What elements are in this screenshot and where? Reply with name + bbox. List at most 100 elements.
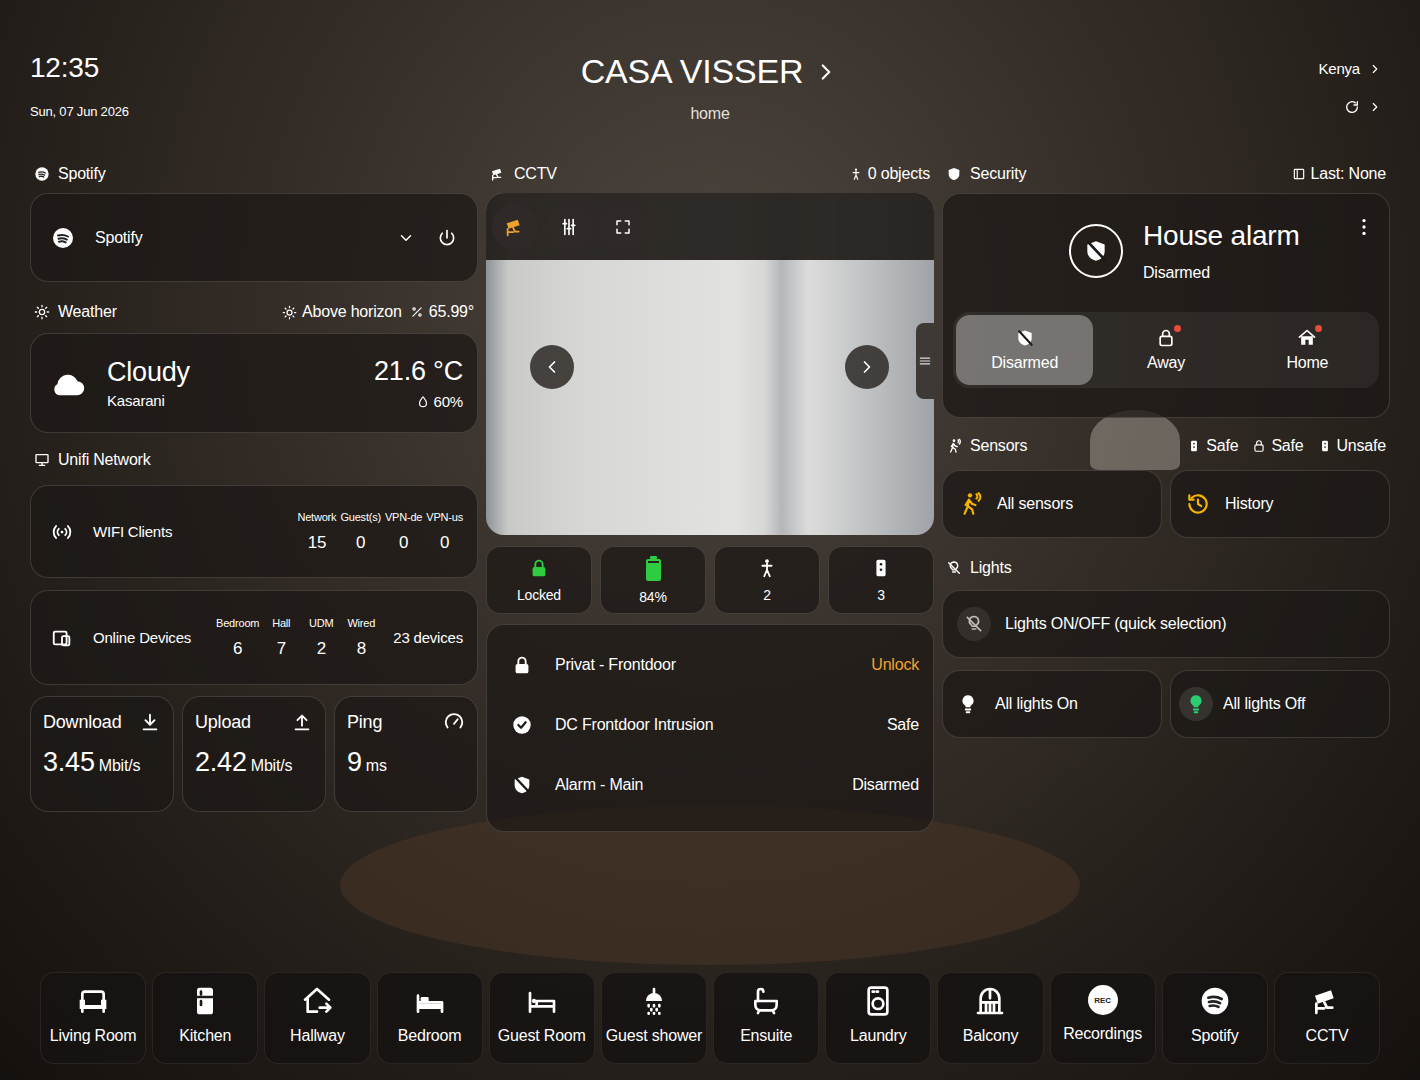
entity-state[interactable]: Disarmed [852,776,919,794]
mode-label[interactable]: Home [1286,354,1328,372]
menu-icon [918,354,932,368]
stat-label: VPN-de [385,511,422,523]
nav-item[interactable]: Hallway [264,972,370,1064]
nav-label[interactable]: CCTV [1306,1027,1349,1045]
speed-value: 2.42Mbit/s [195,747,313,778]
nav-label[interactable]: Ensuite [740,1027,792,1045]
history-icon [1185,491,1211,517]
speed-card[interactable]: Download3.45Mbit/s [30,696,174,812]
check-icon [511,714,533,736]
lights-quick-button[interactable]: Lights ON/OFF (quick selection) [942,590,1390,658]
alarm-mode-button[interactable]: Away [1097,315,1234,385]
section-title: Security [970,165,1026,183]
location-link[interactable]: Kenya [1318,60,1382,77]
nav-item[interactable]: RECRecordings [1050,972,1156,1064]
left-column: SpotifySpotifyWeatherAbove horizon65.99°… [30,158,478,812]
sensor-button[interactable]: All sensors [942,470,1162,538]
speed-value: 3.45Mbit/s [43,747,161,778]
nav-item[interactable]: Kitchen [152,972,258,1064]
nav-label[interactable]: Hallway [290,1027,345,1045]
chevron-right-icon [857,357,877,377]
nav-item[interactable]: Ensuite [713,972,819,1064]
nav-item[interactable]: CCTV [1274,972,1380,1064]
background-lamp [1090,410,1180,470]
section-header: SensorsSafeSafeUnsafe [942,430,1390,462]
nav-item[interactable]: Living Room [40,972,146,1064]
section-header: SecurityLast: None [942,158,1390,190]
nav-item[interactable]: Laundry [825,972,931,1064]
more-icon[interactable] [1353,216,1375,238]
status-box[interactable]: 3 [828,546,934,614]
nav-label[interactable]: Balcony [963,1027,1019,1045]
entity-state[interactable]: Safe [887,716,919,734]
button-label[interactable]: History [1225,495,1273,513]
network-icon [34,452,50,468]
stat-label: VPN-us [426,511,463,523]
mode-label[interactable]: Away [1147,354,1185,372]
nav-label[interactable]: Living Room [50,1027,137,1045]
elevation-icon [410,305,424,319]
subtitle: home [690,105,729,123]
door-icon [1318,439,1332,453]
camera-feed[interactable] [486,193,934,535]
nav-label[interactable]: Guest shower [606,1027,702,1045]
washer-icon [862,985,894,1017]
nav-item[interactable]: Balcony [937,972,1043,1064]
spotify-player[interactable]: Spotify [30,193,478,282]
weather-card[interactable]: CloudyKasarani21.6 °C60% [30,333,478,433]
nav-label[interactable]: Bedroom [398,1027,462,1045]
nav-item[interactable]: Spotify [1162,972,1268,1064]
online-devices-card[interactable]: Online DevicesBedroom6Hall7UDM2Wired823 … [30,590,478,685]
camera-settings-button[interactable] [546,204,592,250]
status-box[interactable]: 84% [600,546,706,614]
entity-state[interactable]: Unlock [871,656,919,674]
nav-label[interactable]: Recordings [1063,1025,1142,1043]
shield-icon [946,166,962,182]
wifi-clients-card[interactable]: WIFI ClientsNetwork15Guest(s)0VPN-de0VPN… [30,485,478,578]
alarm-mode-button[interactable]: Home [1239,315,1376,385]
nav-item[interactable]: Guest Room [489,972,595,1064]
cctv-icon [1311,985,1343,1017]
camera-menu-handle[interactable] [916,323,934,399]
status-box[interactable]: Locked [486,546,592,614]
nav-label[interactable]: Kitchen [179,1027,231,1045]
stat: Network15 [297,511,336,553]
sensor-button[interactable]: History [1170,470,1390,538]
next-camera-button[interactable] [845,345,889,389]
title-link[interactable]: CASA VISSER [581,52,840,91]
entity-row[interactable]: Privat - FrontdoorUnlock [511,635,919,695]
alarm-mode-button[interactable]: Disarmed [956,315,1093,385]
nav-label[interactable]: Guest Room [498,1027,586,1045]
nav-item[interactable]: Guest shower [601,972,707,1064]
entity-row[interactable]: DC Frontdoor IntrusionSafe [511,695,919,755]
button-label[interactable]: All lights On [995,695,1078,713]
player-name[interactable]: Spotify [95,229,143,247]
chevron-down-icon [397,229,415,247]
mode-label[interactable]: Disarmed [991,354,1058,372]
refresh-link[interactable] [1344,99,1382,115]
entity-name: Privat - Frontdoor [555,656,871,674]
location[interactable]: Kenya [1318,60,1360,77]
button-label[interactable]: Lights ON/OFF (quick selection) [1005,615,1226,633]
light-button[interactable]: All lights On [942,670,1162,738]
status-box[interactable]: 2 [714,546,820,614]
nav-label[interactable]: Spotify [1191,1027,1239,1045]
fullscreen-button[interactable] [600,204,646,250]
nav-label[interactable]: Laundry [850,1027,906,1045]
previous-camera-button[interactable] [530,345,574,389]
light-icon [946,560,962,576]
nav-item[interactable]: Bedroom [377,972,483,1064]
camera-select-button[interactable] [492,204,538,250]
person-icon [756,557,778,579]
speed-card[interactable]: Upload2.42Mbit/s [182,696,326,812]
speed-card[interactable]: Ping9ms [334,696,478,812]
status-label: 2 [763,587,771,603]
button-label[interactable]: All sensors [997,495,1073,513]
button-label[interactable]: All lights Off [1223,695,1305,713]
light-button[interactable]: All lights Off [1170,670,1390,738]
sliders-icon [559,217,579,237]
stat-value: 15 [308,533,327,553]
bulb-icon [1185,693,1207,715]
title[interactable]: CASA VISSER [581,52,804,91]
entity-row[interactable]: Alarm - MainDisarmed [511,755,919,815]
